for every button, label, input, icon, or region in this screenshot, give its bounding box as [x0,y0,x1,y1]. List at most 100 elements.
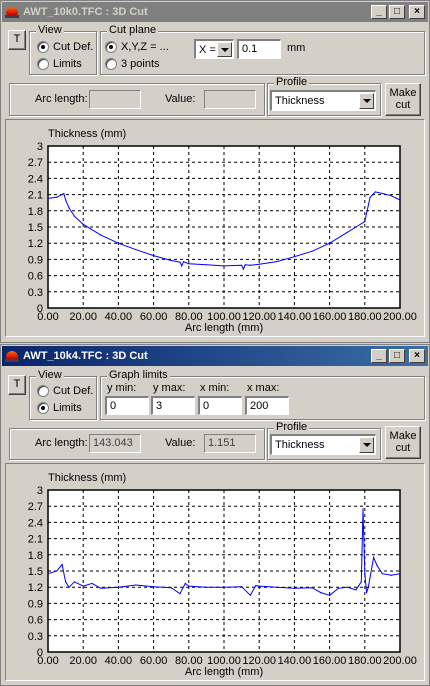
chart-2-data-point [91,582,93,585]
x-max-input[interactable]: 200 [245,396,289,415]
make-cut-button[interactable]: Make cut [385,426,421,459]
chart-2-data-point [184,582,186,585]
y-min-input[interactable]: 0 [105,396,149,415]
chart-2-data-point [320,592,322,594]
chart-2-y-tick-label: 0.3 [28,631,43,643]
chart-1-data-point [73,215,75,217]
maximize-button[interactable]: □ [389,5,405,19]
profile-dropdown-arrow-icon[interactable] [359,437,374,453]
thickness-chart[interactable]: 00.30.60.91.21.51.82.12.42.730.00 20.00 40… [6,464,426,680]
chart-1-data-point [63,192,65,195]
chart-2-y-tick-label: 1.5 [28,566,43,578]
chart-1-data-point [188,263,190,265]
chart-1-data-point [311,250,313,252]
chart-2-data-point [293,587,295,589]
limits-label[interactable]: Limits [53,402,82,415]
chart-2-data-point [365,592,368,594]
y-max-input[interactable]: 3 [151,396,195,415]
t-button[interactable]: T [8,30,26,50]
chart-1-y-tick-label: 0.9 [28,254,43,266]
profile-select-value: Thickness [275,439,325,451]
chart-1-x-tick-label: 140.00 [278,311,312,323]
chart-1-y-tick-label: 2.7 [28,157,43,169]
chart-2-data-point [82,585,84,587]
three-points-radio[interactable] [105,58,117,70]
profile-group-label: Profile [274,421,310,434]
x-max-label: x max: [247,382,280,394]
value-readout [204,90,256,109]
profile-select[interactable]: Thickness [270,90,376,111]
chart-panel: 0 0.3 0.6 0.9 1.2 1.5 1.8 2.1 2.4 2.7 3 0.00 20.00 40… [5,463,425,681]
chart-2-data-point [346,586,348,588]
cut-def-radio[interactable] [37,41,49,53]
axis-select-value: X = [199,44,216,56]
y-min-label: y min: [107,382,137,394]
chart-2-data-point [56,570,58,572]
arc-length-readout [89,90,141,109]
xyz-label[interactable]: X,Y,Z = ... [121,41,169,54]
chart-1-x-tick-label: 0.00 [37,311,58,323]
x-min-label: x min: [200,382,230,394]
chart-2-x-tick-label: 60.00 [140,655,168,667]
chart-2-y-tick-label: 2.7 [28,501,43,513]
minimize-button[interactable]: _ [371,5,387,19]
maximize-button[interactable]: □ [389,349,405,363]
chart-2-data-point [65,581,67,583]
x-min-input[interactable]: 0 [198,396,242,415]
value-label: Value: [165,93,196,105]
t-button[interactable]: T [8,375,26,395]
cut-unit-label: mm [287,42,306,54]
profile-dropdown-arrow-icon[interactable] [359,93,374,109]
cut-def-label[interactable]: Cut Def. [53,385,93,398]
view-group-label: View [36,369,64,382]
profile-select[interactable]: Thickness [270,434,376,455]
chart-2-data-point [337,587,339,589]
limits-label[interactable]: Limits [53,58,82,71]
chart-2-y-axis-title: Thickness (mm) [48,472,126,484]
arc-length-label: Arc length: [35,93,88,105]
limits-radio[interactable] [37,402,49,414]
profile-select-value: Thickness [275,95,325,107]
chart-2-data-point [249,594,251,596]
close-button[interactable]: × [409,349,425,363]
chart-2-x-tick-label: 160.00 [313,655,347,667]
chart-1-data-point [182,260,185,263]
thickness-chart[interactable]: 00.30.60.91.21.51.82.12.42.730.00 20.00 40… [6,120,426,336]
minimize-button[interactable]: _ [371,349,387,363]
close-button[interactable]: × [409,5,425,19]
chart-1-y-tick-label: 1.8 [28,206,43,218]
chart-1-data-point [329,242,331,244]
limits-radio[interactable] [37,58,49,70]
chart-1-data-point [170,259,172,262]
chart-1-data-point [244,264,246,266]
chart-1-data-point [364,221,366,223]
chart-panel: 0 0.3 0.6 0.9 1.2 1.5 1.8 2.1 2.4 2.7 3 0.00 20.00 40… [5,119,425,337]
chart-2-data-point [373,556,375,559]
chart-1-data-point [390,195,392,197]
chart-2-y-tick-label: 2.4 [28,517,43,529]
chart-1-data-point [355,226,357,228]
chart-1-data-point [293,256,295,258]
xyz-radio[interactable] [105,41,117,53]
axis-select[interactable]: X = [194,39,234,59]
chart-2-data-point [390,574,392,576]
title-bar[interactable]: AWT_10k0.TFC : 3D Cut _ □ × [2,2,428,22]
axis-dropdown-arrow-icon[interactable] [217,42,232,57]
title-bar[interactable]: AWT_10k4.TFC : 3D Cut _ □ × [2,346,428,366]
make-cut-button[interactable]: Make cut [385,83,421,116]
three-points-label[interactable]: 3 points [121,58,160,71]
chart-2-data-point [399,573,401,575]
window-title: AWT_10k4.TFC : 3D Cut [23,350,148,362]
chart-1-data-point [135,249,137,251]
chart-1-x-tick-label: 180.00 [348,311,382,323]
chart-2-data-point [61,563,63,566]
cut-plane-group-label: Cut plane [107,24,159,37]
chart-1-x-axis-title: Arc length (mm) [185,322,263,334]
chart-2-data-point [73,581,75,583]
value-label: Value: [165,437,196,449]
cut-def-label[interactable]: Cut Def. [53,41,93,54]
cut-value-input[interactable]: 0.1 [237,39,281,59]
chart-2-data-point [68,586,70,588]
chart-2-y-tick-label: 0.9 [28,598,43,610]
cut-def-radio[interactable] [37,385,49,397]
